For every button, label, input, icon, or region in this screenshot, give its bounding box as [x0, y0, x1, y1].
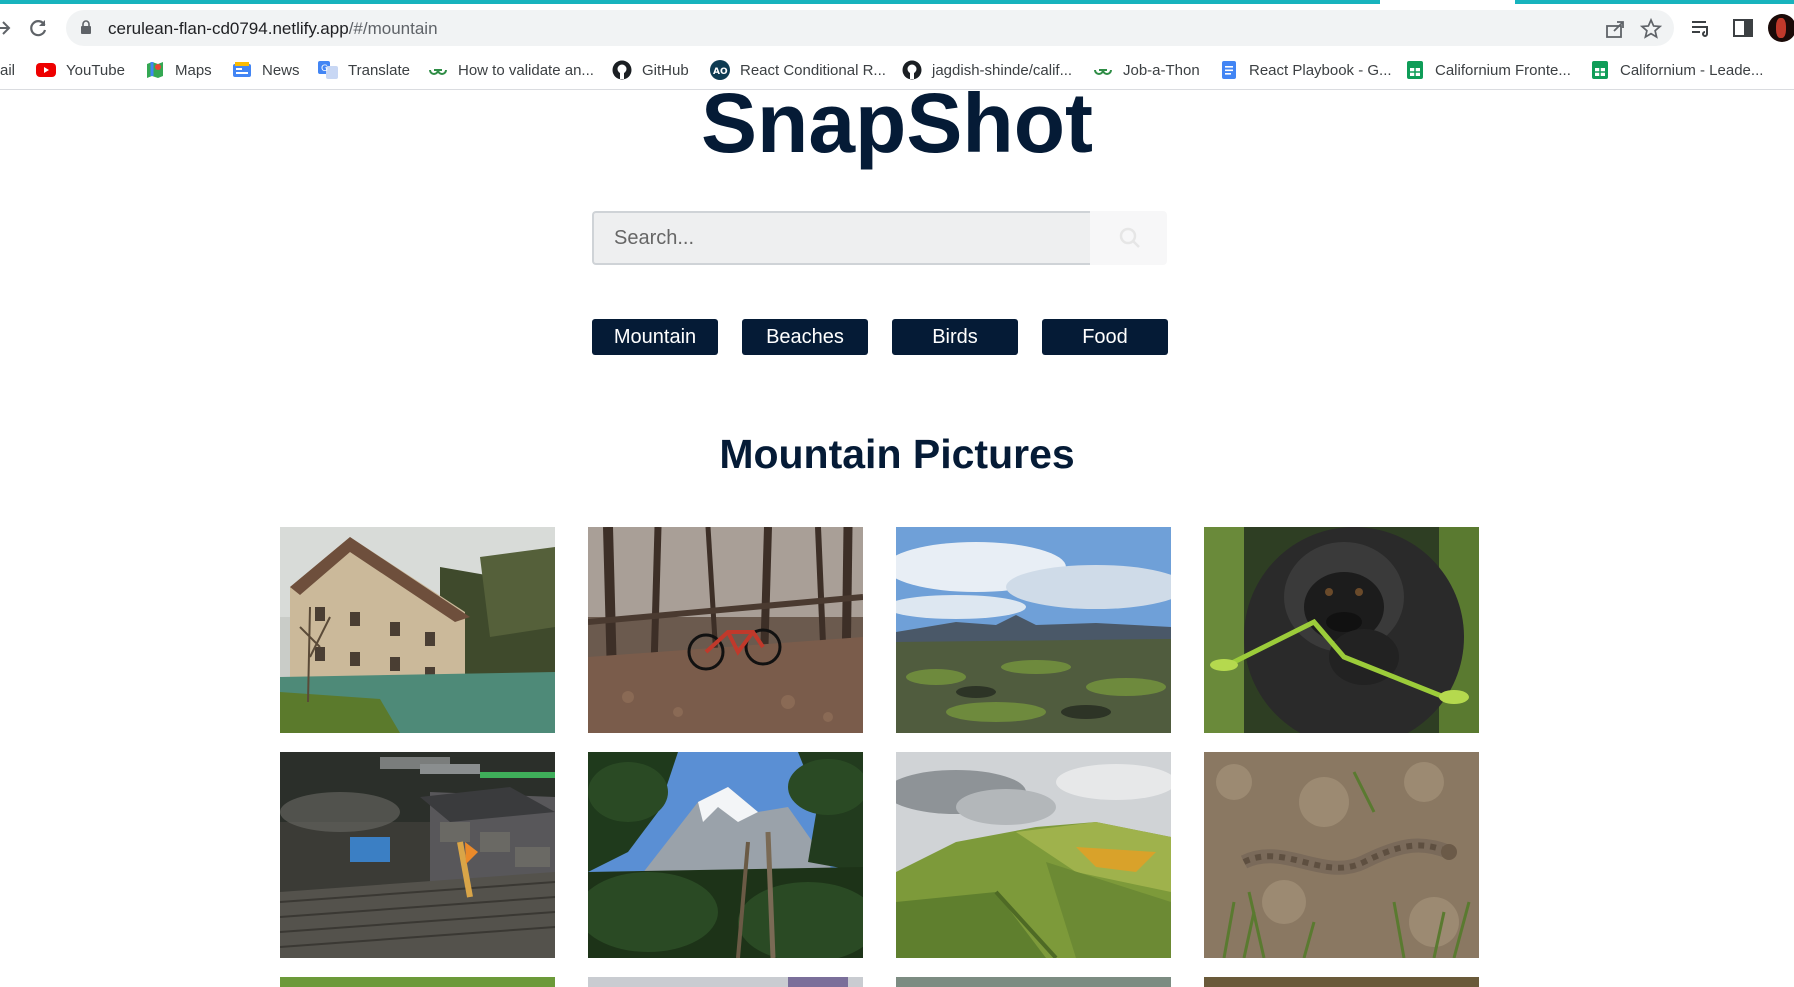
- bookmark-californium-frontend[interactable]: Californium Fronte...: [1405, 50, 1571, 90]
- photo-snake[interactable]: [1204, 752, 1479, 958]
- svg-text:G: G: [321, 64, 328, 74]
- category-birds-button[interactable]: Birds: [892, 319, 1018, 355]
- bookmark-label: GitHub: [642, 61, 689, 79]
- sheets-icon: [1405, 60, 1425, 80]
- forward-arrow-icon[interactable]: [0, 16, 14, 40]
- bookmark-label: Californium Fronte...: [1435, 61, 1571, 79]
- bookmark-maps[interactable]: Maps: [145, 50, 212, 90]
- address-bar[interactable]: cerulean-flan-cd0794.netlify.app/#/mount…: [66, 10, 1674, 46]
- gfg-icon: [1093, 60, 1113, 80]
- search-icon: [1119, 227, 1140, 248]
- photo-mountain-village[interactable]: [280, 752, 555, 958]
- bookmark-react-playbook[interactable]: React Playbook - G...: [1219, 50, 1392, 90]
- photo-row3-2[interactable]: [588, 977, 863, 987]
- bookmark-label: React Conditional R...: [740, 61, 886, 79]
- category-food-button[interactable]: Food: [1042, 319, 1168, 355]
- translate-icon: G: [318, 60, 338, 80]
- share-icon[interactable]: [1604, 18, 1626, 40]
- youtube-icon: [36, 60, 56, 80]
- search-form: [592, 211, 1167, 265]
- bookmark-californium-leaderboard[interactable]: Californium - Leade...: [1590, 50, 1763, 90]
- bookmark-label: Job-a-Thon: [1123, 61, 1200, 79]
- bookmarks-bar: ail YouTube Maps News G Translate How to…: [0, 50, 1794, 90]
- bookmark-label: ail: [0, 61, 16, 79]
- bookmark-react-conditional[interactable]: AO React Conditional R...: [710, 50, 886, 90]
- photo-row3-3[interactable]: [896, 977, 1171, 987]
- photo-forest-bicycle[interactable]: [588, 527, 863, 733]
- news-icon: [232, 60, 252, 80]
- bookmark-news[interactable]: News: [232, 50, 300, 90]
- docs-icon: [1219, 60, 1239, 80]
- bookmark-translate[interactable]: G Translate: [318, 50, 410, 90]
- browser-toolbar: cerulean-flan-cd0794.netlify.app/#/mount…: [0, 4, 1794, 50]
- bookmark-label: jagdish-shinde/calif...: [932, 61, 1073, 79]
- github-icon: [612, 60, 632, 80]
- bookmark-label: YouTube: [66, 61, 125, 79]
- bookmark-star-icon[interactable]: [1640, 18, 1662, 40]
- photo-stone-house[interactable]: [280, 527, 555, 733]
- bookmark-how-to-validate[interactable]: How to validate an...: [428, 50, 594, 90]
- category-beaches-button[interactable]: Beaches: [742, 319, 868, 355]
- bookmark-jagdish-shinde[interactable]: jagdish-shinde/calif...: [902, 50, 1072, 90]
- bookmark-label: Californium - Leade...: [1620, 61, 1764, 79]
- svg-text:AO: AO: [713, 67, 728, 77]
- bookmark-label: Translate: [348, 61, 410, 79]
- bookmark-gmail[interactable]: ail: [0, 50, 15, 90]
- photo-snowy-peak[interactable]: [588, 752, 863, 958]
- reload-icon[interactable]: [26, 16, 50, 40]
- app-title: SnapShot: [701, 91, 1093, 170]
- gfg-icon: [428, 60, 448, 80]
- photo-row3-1[interactable]: [280, 977, 555, 987]
- profile-avatar[interactable]: [1768, 14, 1794, 42]
- lock-icon: [81, 20, 91, 34]
- bookmark-label: How to validate an...: [458, 61, 594, 79]
- bookmark-job-a-thon[interactable]: Job-a-Thon: [1093, 50, 1200, 90]
- bookmark-label: Maps: [175, 61, 212, 79]
- bookmark-label: News: [262, 61, 300, 79]
- category-mountain-button[interactable]: Mountain: [592, 319, 718, 355]
- address-url: cerulean-flan-cd0794.netlify.app/#/mount…: [108, 19, 438, 38]
- github-icon: [902, 60, 922, 80]
- bookmark-github[interactable]: GitHub: [612, 50, 689, 90]
- search-button[interactable]: [1090, 211, 1167, 265]
- page-viewport: SnapShot Mountain Beaches Birds Food Mou…: [0, 91, 1794, 987]
- photo-green-hills[interactable]: [896, 752, 1171, 958]
- photo-lava-field[interactable]: [896, 527, 1171, 733]
- side-panel-icon[interactable]: [1732, 17, 1754, 39]
- sheets-icon: [1590, 60, 1610, 80]
- bookmark-label: React Playbook - G...: [1249, 61, 1392, 79]
- photo-row3-4[interactable]: [1204, 977, 1479, 987]
- section-title: Mountain Pictures: [719, 431, 1075, 477]
- search-input[interactable]: [592, 211, 1090, 265]
- photo-gorilla[interactable]: [1204, 527, 1479, 733]
- bookmark-youtube[interactable]: YouTube: [36, 50, 125, 90]
- reading-list-icon[interactable]: [1690, 17, 1712, 39]
- ao-icon: AO: [710, 60, 730, 80]
- maps-icon: [145, 60, 165, 80]
